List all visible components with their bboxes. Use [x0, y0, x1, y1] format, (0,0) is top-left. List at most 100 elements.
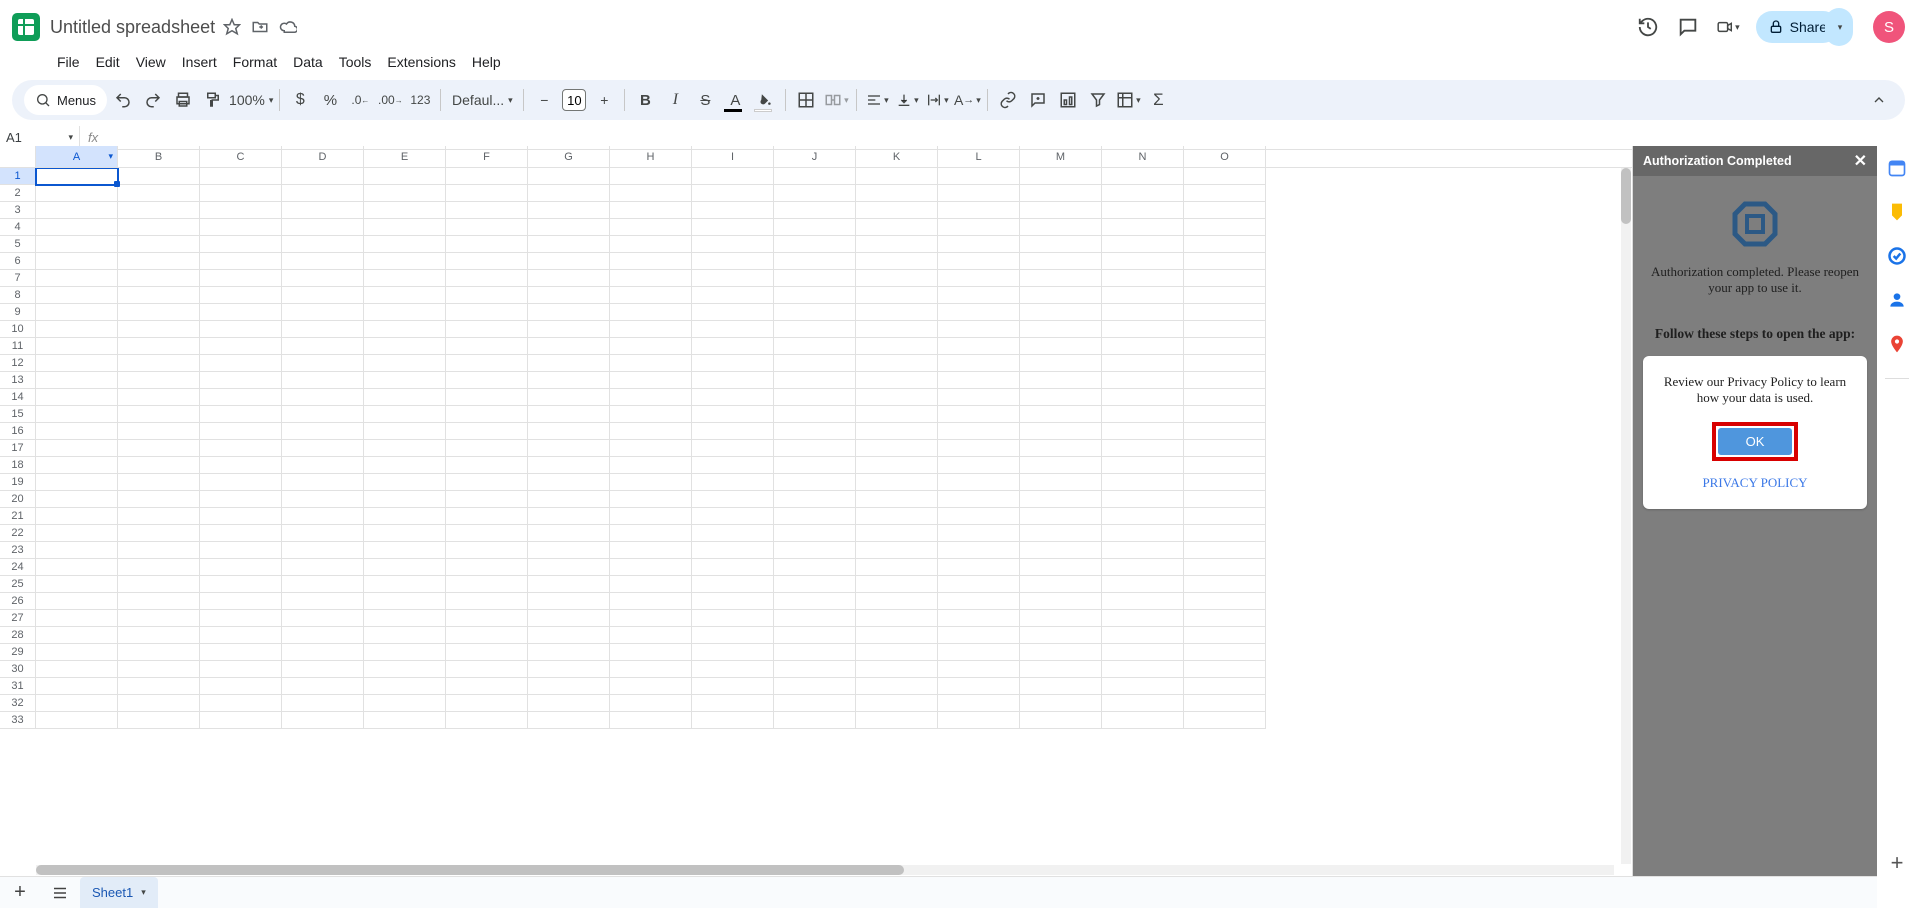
cell-G8[interactable] [528, 287, 610, 304]
move-folder-icon[interactable] [251, 18, 269, 36]
privacy-policy-link[interactable]: PRIVACY POLICY [1653, 475, 1857, 491]
cell-L21[interactable] [938, 508, 1020, 525]
print-button[interactable] [169, 86, 197, 114]
cell-B7[interactable] [118, 270, 200, 287]
cell-H15[interactable] [610, 406, 692, 423]
cell-K21[interactable] [856, 508, 938, 525]
cell-G28[interactable] [528, 627, 610, 644]
cell-I21[interactable] [692, 508, 774, 525]
cell-G24[interactable] [528, 559, 610, 576]
cell-K25[interactable] [856, 576, 938, 593]
add-sheet-button[interactable]: + [0, 881, 40, 904]
cell-G3[interactable] [528, 202, 610, 219]
column-header-M[interactable]: M [1020, 146, 1102, 167]
cell-H8[interactable] [610, 287, 692, 304]
cell-A1[interactable] [36, 168, 118, 185]
cell-F29[interactable] [446, 644, 528, 661]
percent-button[interactable]: % [316, 86, 344, 114]
cell-A20[interactable] [36, 491, 118, 508]
cell-M23[interactable] [1020, 542, 1102, 559]
share-dropdown-button[interactable]: ▾ [1825, 8, 1853, 46]
cell-E1[interactable] [364, 168, 446, 185]
cell-A9[interactable] [36, 304, 118, 321]
cell-O30[interactable] [1184, 661, 1266, 678]
cell-O29[interactable] [1184, 644, 1266, 661]
cell-D14[interactable] [282, 389, 364, 406]
fill-color-button[interactable] [751, 86, 779, 114]
cell-C15[interactable] [200, 406, 282, 423]
cell-J13[interactable] [774, 372, 856, 389]
cell-B1[interactable] [118, 168, 200, 185]
cell-A17[interactable] [36, 440, 118, 457]
filter-button[interactable] [1084, 86, 1112, 114]
cell-E27[interactable] [364, 610, 446, 627]
cell-H25[interactable] [610, 576, 692, 593]
cell-K1[interactable] [856, 168, 938, 185]
cell-O33[interactable] [1184, 712, 1266, 729]
cell-G9[interactable] [528, 304, 610, 321]
cell-C12[interactable] [200, 355, 282, 372]
cell-M11[interactable] [1020, 338, 1102, 355]
cell-M1[interactable] [1020, 168, 1102, 185]
cell-O14[interactable] [1184, 389, 1266, 406]
menu-data[interactable]: Data [286, 50, 330, 74]
cell-A25[interactable] [36, 576, 118, 593]
cell-D25[interactable] [282, 576, 364, 593]
cell-L14[interactable] [938, 389, 1020, 406]
cell-N2[interactable] [1102, 185, 1184, 202]
cell-E21[interactable] [364, 508, 446, 525]
column-header-O[interactable]: O [1184, 146, 1266, 167]
cell-N21[interactable] [1102, 508, 1184, 525]
cell-O32[interactable] [1184, 695, 1266, 712]
cell-C6[interactable] [200, 253, 282, 270]
redo-button[interactable] [139, 86, 167, 114]
zoom-select[interactable]: 100%▾ [229, 86, 273, 114]
filter-views-button[interactable]: ▾ [1114, 86, 1142, 114]
bold-button[interactable]: B [631, 86, 659, 114]
cell-B15[interactable] [118, 406, 200, 423]
cell-K24[interactable] [856, 559, 938, 576]
cell-H7[interactable] [610, 270, 692, 287]
cell-E7[interactable] [364, 270, 446, 287]
cell-M32[interactable] [1020, 695, 1102, 712]
cell-G18[interactable] [528, 457, 610, 474]
cell-M14[interactable] [1020, 389, 1102, 406]
cell-L4[interactable] [938, 219, 1020, 236]
cell-L7[interactable] [938, 270, 1020, 287]
cell-A31[interactable] [36, 678, 118, 695]
row-header-1[interactable]: 1 [0, 168, 36, 185]
cell-D30[interactable] [282, 661, 364, 678]
cell-C29[interactable] [200, 644, 282, 661]
cell-F31[interactable] [446, 678, 528, 695]
cell-F12[interactable] [446, 355, 528, 372]
cell-F5[interactable] [446, 236, 528, 253]
cell-E23[interactable] [364, 542, 446, 559]
cell-H1[interactable] [610, 168, 692, 185]
cell-J7[interactable] [774, 270, 856, 287]
cell-B26[interactable] [118, 593, 200, 610]
cell-O28[interactable] [1184, 627, 1266, 644]
sheet-tab-menu-icon[interactable]: ▾ [141, 887, 146, 898]
cell-C18[interactable] [200, 457, 282, 474]
cell-L13[interactable] [938, 372, 1020, 389]
cell-J23[interactable] [774, 542, 856, 559]
menu-file[interactable]: File [50, 50, 87, 74]
cell-O5[interactable] [1184, 236, 1266, 253]
cell-F13[interactable] [446, 372, 528, 389]
cell-K19[interactable] [856, 474, 938, 491]
row-header-6[interactable]: 6 [0, 253, 36, 270]
cell-J5[interactable] [774, 236, 856, 253]
cell-A32[interactable] [36, 695, 118, 712]
cell-H24[interactable] [610, 559, 692, 576]
cell-L33[interactable] [938, 712, 1020, 729]
cell-O9[interactable] [1184, 304, 1266, 321]
cell-G5[interactable] [528, 236, 610, 253]
cell-A28[interactable] [36, 627, 118, 644]
cell-F14[interactable] [446, 389, 528, 406]
row-header-14[interactable]: 14 [0, 389, 36, 406]
functions-button[interactable]: Σ [1144, 86, 1172, 114]
sheets-logo[interactable] [12, 13, 40, 41]
cell-B30[interactable] [118, 661, 200, 678]
cell-I13[interactable] [692, 372, 774, 389]
cell-E17[interactable] [364, 440, 446, 457]
